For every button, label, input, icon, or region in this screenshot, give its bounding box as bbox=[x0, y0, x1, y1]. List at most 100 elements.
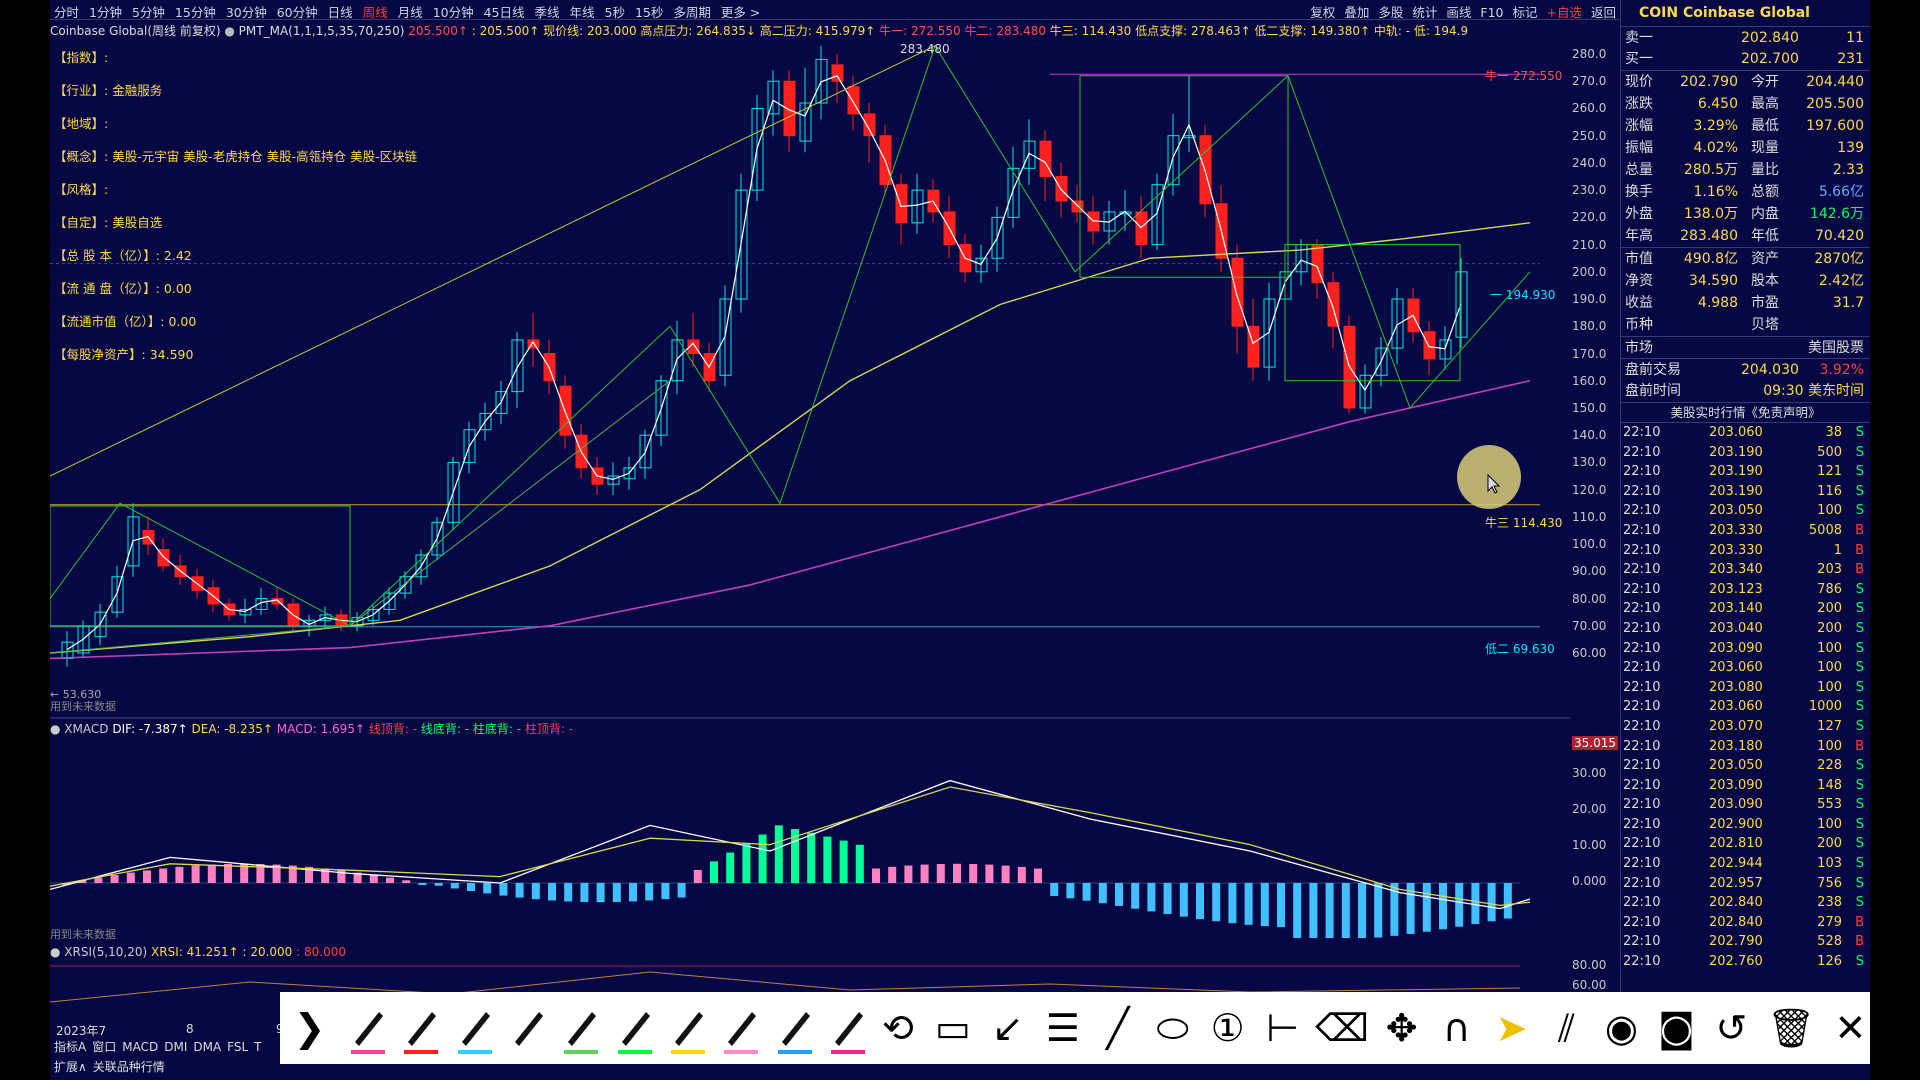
period-tab[interactable]: 60分钟 bbox=[277, 2, 318, 21]
niu1-label: 牛一 272.550 bbox=[1485, 69, 1563, 83]
period-tab[interactable]: 年线 bbox=[570, 2, 595, 21]
tick-price: 202.840 bbox=[1709, 895, 1763, 911]
macd-bar bbox=[143, 870, 151, 883]
period-tab[interactable]: 日线 bbox=[328, 2, 353, 21]
period-tab[interactable]: 30分钟 bbox=[226, 2, 267, 21]
tool-tab[interactable]: +自选 bbox=[1547, 2, 1582, 21]
lasso-icon[interactable]: ⟲ bbox=[878, 1000, 917, 1056]
tick-volume: 279 bbox=[1817, 914, 1842, 930]
trend-line-2 bbox=[50, 380, 671, 654]
bottom-tab[interactable]: 窗口 bbox=[92, 1037, 116, 1057]
text-lines-icon[interactable]: ☰ bbox=[1043, 1000, 1082, 1056]
magnet-icon[interactable]: ∩ bbox=[1437, 1000, 1476, 1056]
tick-volume: 100 bbox=[1817, 816, 1842, 832]
pen-white-icon[interactable] bbox=[505, 1000, 545, 1056]
period-tab[interactable]: 1分钟 bbox=[89, 2, 122, 21]
macd-bar bbox=[742, 843, 751, 883]
period-tab[interactable]: 15分钟 bbox=[175, 2, 216, 21]
pen-pink-light-icon[interactable] bbox=[718, 1000, 759, 1056]
macd-bar bbox=[434, 883, 443, 886]
pen-yellow-icon[interactable] bbox=[665, 1000, 706, 1056]
arrow-line-icon[interactable]: ↙ bbox=[988, 1000, 1027, 1056]
bottom-tab[interactable]: DMI bbox=[164, 1037, 187, 1057]
pointer-icon[interactable]: ➤ bbox=[1492, 1000, 1531, 1056]
period-tab[interactable]: 5秒 bbox=[605, 2, 625, 21]
tick-time: 22:10 bbox=[1623, 934, 1661, 950]
pen-red-icon[interactable] bbox=[398, 1000, 439, 1056]
period-tab[interactable]: 5分钟 bbox=[132, 2, 165, 21]
period-tab[interactable]: 多周期 bbox=[673, 2, 711, 21]
tick-volume: 756 bbox=[1817, 875, 1842, 891]
dea-line bbox=[50, 786, 1531, 907]
tick-row: 22:10 203.090 148 S bbox=[1621, 776, 1870, 796]
undo-icon[interactable]: ↺ bbox=[1712, 1000, 1751, 1056]
tool-tab[interactable]: 统计 bbox=[1412, 2, 1437, 21]
bottom-tab[interactable]: 扩展∧ bbox=[54, 1057, 87, 1077]
bottom-tab[interactable]: MACD bbox=[122, 1037, 158, 1057]
pen-magenta-icon[interactable] bbox=[825, 1000, 866, 1056]
tool-tab[interactable]: 画线 bbox=[1446, 2, 1471, 21]
quote-value: 1.16% bbox=[1693, 184, 1738, 200]
bottom-tab[interactable]: 指标A bbox=[54, 1037, 86, 1057]
expand-arrow-icon[interactable]: ❯ bbox=[290, 1000, 329, 1056]
period-tab[interactable]: 更多 > bbox=[721, 2, 760, 21]
quote-row: 外盘 138.0万 内盘 142.6万 bbox=[1621, 203, 1870, 225]
macd-bar bbox=[515, 883, 524, 898]
period-tab[interactable]: 15秒 bbox=[635, 2, 663, 21]
tool-tab[interactable]: F10 bbox=[1480, 5, 1503, 20]
line-icon[interactable]: ╱ bbox=[1098, 1000, 1137, 1056]
eye-icon[interactable]: ◉ bbox=[1602, 1000, 1641, 1056]
fundamental-key: 【每股净资产】 bbox=[54, 347, 142, 362]
tool-tab[interactable]: 叠加 bbox=[1344, 2, 1369, 21]
bottom-tab[interactable]: 关联品种行情 bbox=[93, 1057, 165, 1077]
tool-tab[interactable]: 复权 bbox=[1310, 2, 1335, 21]
pen-green-icon[interactable] bbox=[558, 1000, 599, 1056]
period-tab[interactable]: 季线 bbox=[535, 2, 560, 21]
macd-bar bbox=[872, 868, 880, 883]
tool-tab[interactable]: 返回 bbox=[1591, 2, 1616, 21]
bottom-tab[interactable]: DMA bbox=[193, 1037, 221, 1057]
move-icon[interactable]: ✥ bbox=[1382, 1000, 1421, 1056]
xrsi-tick: 60.00 bbox=[1572, 978, 1607, 992]
bottom-tab[interactable]: FSL bbox=[227, 1037, 248, 1057]
macd-chart[interactable] bbox=[50, 738, 1570, 938]
bottom-tab[interactable]: T bbox=[254, 1037, 261, 1057]
quote-label: 总量 bbox=[1625, 162, 1653, 178]
tick-side: S bbox=[1855, 699, 1864, 715]
hanger-icon[interactable]: ⊢ bbox=[1263, 1000, 1302, 1056]
macd-bar bbox=[823, 836, 832, 883]
tick-side: S bbox=[1855, 895, 1864, 911]
trash-icon[interactable]: 🗑 bbox=[1767, 1000, 1815, 1056]
quote-row: 总量 280.5万 量比 2.33 bbox=[1621, 159, 1870, 181]
tick-side: B bbox=[1855, 934, 1864, 950]
period-tab[interactable]: 周线 bbox=[363, 2, 388, 21]
camera-icon[interactable]: ◙ bbox=[1657, 1000, 1696, 1056]
period-tab[interactable]: 45日线 bbox=[484, 2, 525, 21]
tick-row: 22:10 203.090 553 S bbox=[1621, 795, 1870, 815]
ellipse-icon[interactable]: ⬭ bbox=[1153, 1000, 1192, 1056]
close-icon[interactable]: ✕ bbox=[1831, 1000, 1870, 1056]
pen-bright-green-icon[interactable] bbox=[612, 1000, 652, 1056]
period-tab[interactable]: 10分钟 bbox=[433, 2, 474, 21]
pen-blue-icon[interactable] bbox=[772, 1000, 812, 1056]
disclaimer-link[interactable]: 美股实时行情《免责声明》 bbox=[1621, 402, 1870, 422]
market-row: 市场 美国股票 bbox=[1621, 336, 1870, 358]
hatch-icon[interactable]: ⫽ bbox=[1547, 1000, 1586, 1056]
period-tab[interactable]: 月线 bbox=[398, 2, 423, 21]
eraser-icon[interactable]: ⌫ bbox=[1315, 1000, 1369, 1056]
quote-label: 量比 bbox=[1751, 162, 1779, 178]
macd-bar bbox=[110, 875, 119, 883]
tool-tab[interactable]: 标记 bbox=[1512, 2, 1537, 21]
macd-t4: 柱顶背: - bbox=[524, 722, 574, 736]
period-tab[interactable]: 分时 bbox=[54, 2, 79, 21]
pen-pink-icon[interactable] bbox=[345, 1000, 385, 1056]
tick-volume: 553 bbox=[1817, 797, 1842, 813]
tick-side: S bbox=[1855, 856, 1864, 872]
quote-value: 205.500 bbox=[1806, 96, 1864, 112]
tick-list[interactable]: 22:10 203.060 38 S 22:10 203.190 500 S 22:10 203.… bbox=[1621, 422, 1870, 972]
pen-cyan-icon[interactable] bbox=[452, 1000, 492, 1056]
future-data-note: 用到未来数据 bbox=[50, 700, 116, 713]
tool-tab[interactable]: 多股 bbox=[1378, 2, 1403, 21]
number-marker-icon[interactable]: ① bbox=[1208, 1000, 1247, 1056]
rectangle-icon[interactable]: ▭ bbox=[933, 1000, 972, 1056]
